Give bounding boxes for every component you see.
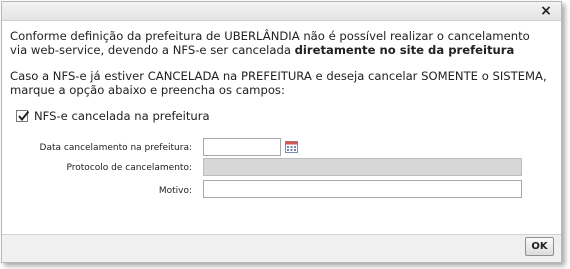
- checkmark-icon: [18, 110, 30, 122]
- protocolo-label: Protocolo de cancelamento:: [66, 163, 193, 173]
- close-icon[interactable]: ×: [539, 3, 553, 19]
- instruction-message: Caso a NFS-e já estiver CANCELADA na PRE…: [10, 69, 547, 97]
- cancel-nfse-dialog: × Conforme definição da prefeitura de UB…: [1, 1, 562, 263]
- motivo-input[interactable]: [203, 180, 522, 198]
- ok-button[interactable]: OK: [525, 237, 554, 256]
- cancelled-checkbox-row[interactable]: NFS-e cancelada na prefeitura: [16, 108, 210, 124]
- data-cancelamento-input[interactable]: [203, 138, 281, 156]
- data-cancelamento-label: Data cancelamento na prefeitura:: [39, 143, 192, 153]
- motivo-label: Motivo:: [158, 186, 192, 196]
- dialog-footer: OK: [2, 234, 561, 262]
- info-message: Conforme definição da prefeitura de UBER…: [10, 29, 550, 57]
- cancelled-checkbox[interactable]: [16, 110, 30, 122]
- calendar-icon[interactable]: [285, 141, 298, 153]
- dialog-titlebar: ×: [2, 2, 561, 21]
- cancelled-checkbox-label: NFS-e cancelada na prefeitura: [34, 109, 210, 123]
- protocolo-input: [203, 158, 522, 176]
- info-message-emphasis: diretamente no site da prefeitura: [294, 43, 515, 57]
